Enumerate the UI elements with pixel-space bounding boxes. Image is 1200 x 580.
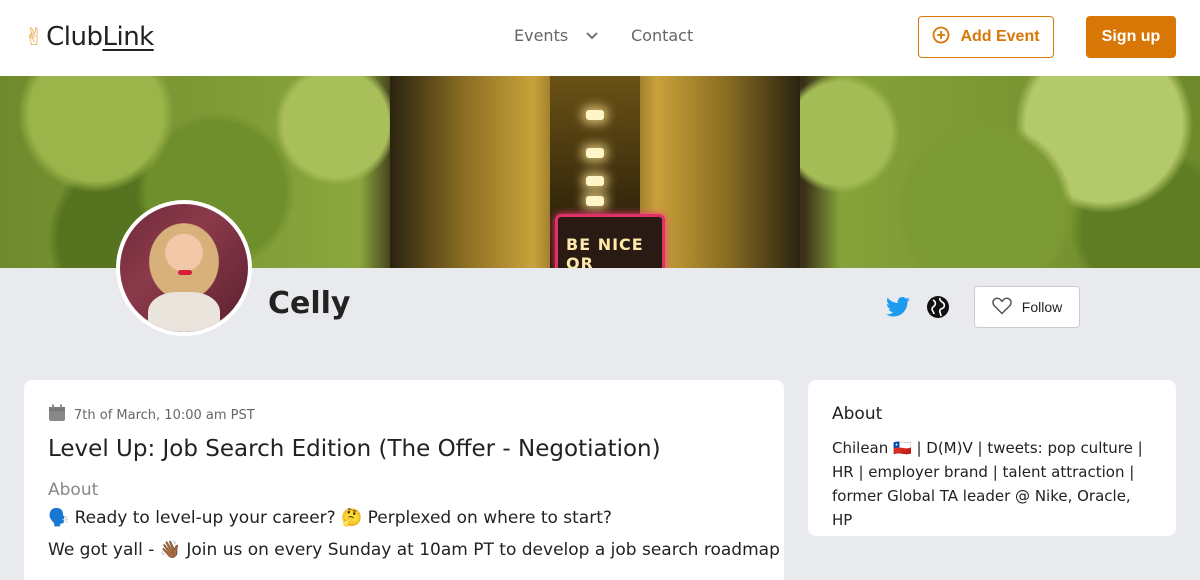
victory-hand-icon: ✌ <box>24 23 45 51</box>
follow-label: Follow <box>1021 299 1063 315</box>
event-card[interactable]: 7th of March, 10:00 am PST Level Up: Job… <box>24 380 784 580</box>
event-about-label: About <box>48 480 99 500</box>
twitter-icon[interactable] <box>885 294 911 320</box>
profile-name: Celly <box>268 286 351 321</box>
event-title[interactable]: Level Up: Job Search Edition (The Offer … <box>48 436 760 462</box>
calendar-icon <box>48 404 66 426</box>
avatar <box>116 200 252 336</box>
nav-contact-link[interactable]: Contact <box>631 26 693 45</box>
globe-icon[interactable] <box>925 294 951 320</box>
add-event-button[interactable]: Add Event <box>918 16 1054 58</box>
event-description-line-2: We got yall - 👋🏾 Join us on every Sunday… <box>48 540 780 560</box>
top-navbar: ✌ ClubLink Events Contact Add Event Sign… <box>0 0 1200 76</box>
nav-events-label: Events <box>514 26 569 45</box>
about-bio: Chilean 🇨🇱 | D(M)V | tweets: pop culture… <box>832 439 1143 529</box>
about-title: About <box>832 404 883 424</box>
neon-sign: BE NICE OR <box>555 214 665 268</box>
nav-events-dropdown[interactable]: Events <box>514 26 598 45</box>
logo-text-link: Link <box>102 22 154 52</box>
chevron-down-icon <box>586 31 598 40</box>
add-event-label: Add Event <box>960 28 1040 45</box>
about-card: About Chilean 🇨🇱 | D(M)V | tweets: pop c… <box>808 380 1176 536</box>
clublink-logo[interactable]: ✌ ClubLink <box>24 20 154 54</box>
plus-circle-icon <box>932 26 950 49</box>
logo-text-club: Club <box>46 22 103 52</box>
event-description-line-1: 🗣️ Ready to level-up your career? 🤔 Perp… <box>48 508 612 528</box>
signup-button[interactable]: Sign up <box>1086 16 1176 58</box>
follow-button[interactable]: Follow <box>974 286 1080 328</box>
event-date: 7th of March, 10:00 am PST <box>74 407 255 423</box>
heart-icon <box>992 297 1012 318</box>
